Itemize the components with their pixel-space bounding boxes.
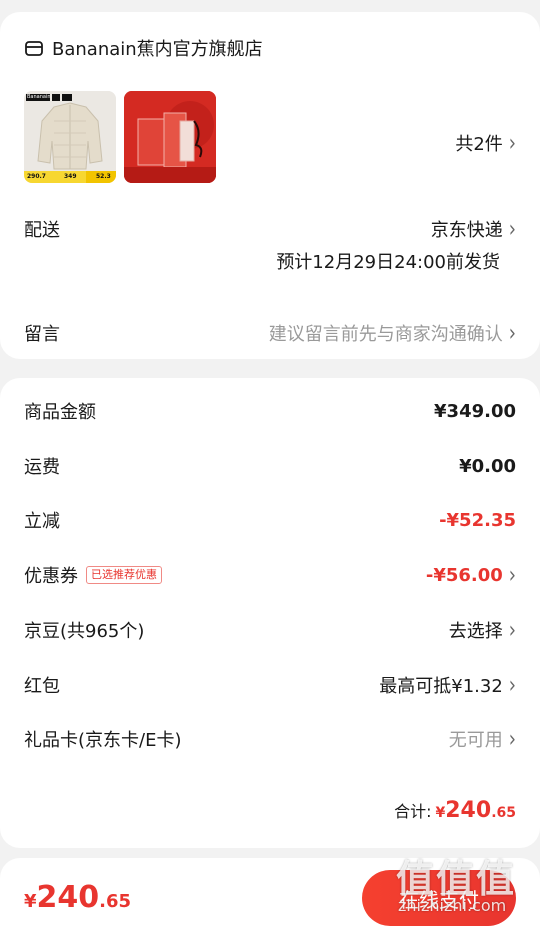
total-integer: 240 [445,798,492,823]
product-thumbnail-jacket[interactable]: Bananain 290.7 349 52.3 [24,91,116,183]
pay-currency: ¥ [24,891,37,912]
chevron-right-icon: › [508,215,516,243]
shipping-value: ¥0.00 [459,455,516,477]
pay-integer: 240 [36,880,100,915]
jingdou-value: 去选择 [448,621,503,642]
delivery-row[interactable]: 配送 京东快递 › [24,214,516,244]
total-decimal: .65 [491,805,516,821]
coupon-badge: 已选推荐优惠 [86,566,162,584]
discount-value: -¥52.35 [439,509,516,531]
redpacket-value: 最高可抵¥1.32 [379,676,503,697]
giftcard-value: 无可用 [448,730,503,751]
goods-amount-row: 商品金额 ¥349.00 [24,396,516,426]
pay-decimal: .65 [99,891,132,912]
delivery-label: 配送 [24,220,60,241]
store-header[interactable]: Bananain蕉内官方旗舰店 [24,34,263,62]
thumb-price-left: 290.7 [27,173,46,180]
total-row: 合计: ¥ 240 .65 [394,798,516,823]
watermark: 值值值 zhizhizhi.com [392,848,540,931]
redpacket-label: 红包 [24,676,60,697]
delivery-method: 京东快递 [430,220,503,241]
item-count-link[interactable]: 共2件 › [455,129,516,157]
thumb-price-mid: 349 [64,173,77,180]
giftcard-row[interactable]: 礼品卡(京东卡/E卡) 无可用 › [24,724,516,754]
price-summary-card: 商品金额 ¥349.00 运费 ¥0.00 立减 -¥52.35 优惠券 已选推… [0,378,540,848]
order-items-card: Bananain蕉内官方旗舰店 Bananain 290.7 349 52.3 [0,12,540,359]
chevron-right-icon: › [508,561,516,589]
shipping-label: 运费 [24,457,60,478]
redpacket-row[interactable]: 红包 最高可抵¥1.32 › [24,670,516,700]
goods-amount-label: 商品金额 [24,402,96,423]
item-count-label: 共2件 [455,134,503,155]
jingdou-row[interactable]: 京豆(共965个) 去选择 › [24,615,516,645]
discount-row: 立减 -¥52.35 [24,505,516,535]
thumb-price-right: 52.3 [96,173,111,180]
delivery-eta: 预计12月29日24:00前发货 [276,252,500,273]
shipping-row: 运费 ¥0.00 [24,451,516,481]
pay-amount: ¥ 240 .65 [24,880,131,915]
thumb-brand-tag: Bananain [27,94,51,100]
message-row[interactable]: 留言 建议留言前先与商家沟通确认 › [24,318,516,348]
message-label: 留言 [24,324,60,345]
chevron-right-icon: › [508,725,516,753]
giftcard-label: 礼品卡(京东卡/E卡) [24,730,182,751]
coupon-label: 优惠券 [24,566,78,587]
chevron-right-icon: › [508,129,516,157]
store-name: Bananain蕉内官方旗舰店 [52,39,263,60]
goods-amount-value: ¥349.00 [434,400,516,422]
total-label: 合计: [394,802,432,821]
store-icon [24,38,44,58]
product-thumbnail-gift-box[interactable] [124,91,216,183]
message-input[interactable]: 建议留言前先与商家沟通确认 [269,320,503,346]
total-currency: ¥ [435,805,446,821]
discount-label: 立减 [24,511,60,532]
watermark-logo: 值值值 [396,857,517,901]
chevron-right-icon: › [508,616,516,644]
jingdou-label: 京豆(共965个) [24,621,145,642]
watermark-url: zhizhizhi.com [398,896,507,915]
coupon-value: -¥56.00 [425,564,503,586]
chevron-right-icon: › [508,671,516,699]
chevron-right-icon: › [508,319,516,347]
coupon-row[interactable]: 优惠券 已选推荐优惠 -¥56.00 › [24,560,516,590]
